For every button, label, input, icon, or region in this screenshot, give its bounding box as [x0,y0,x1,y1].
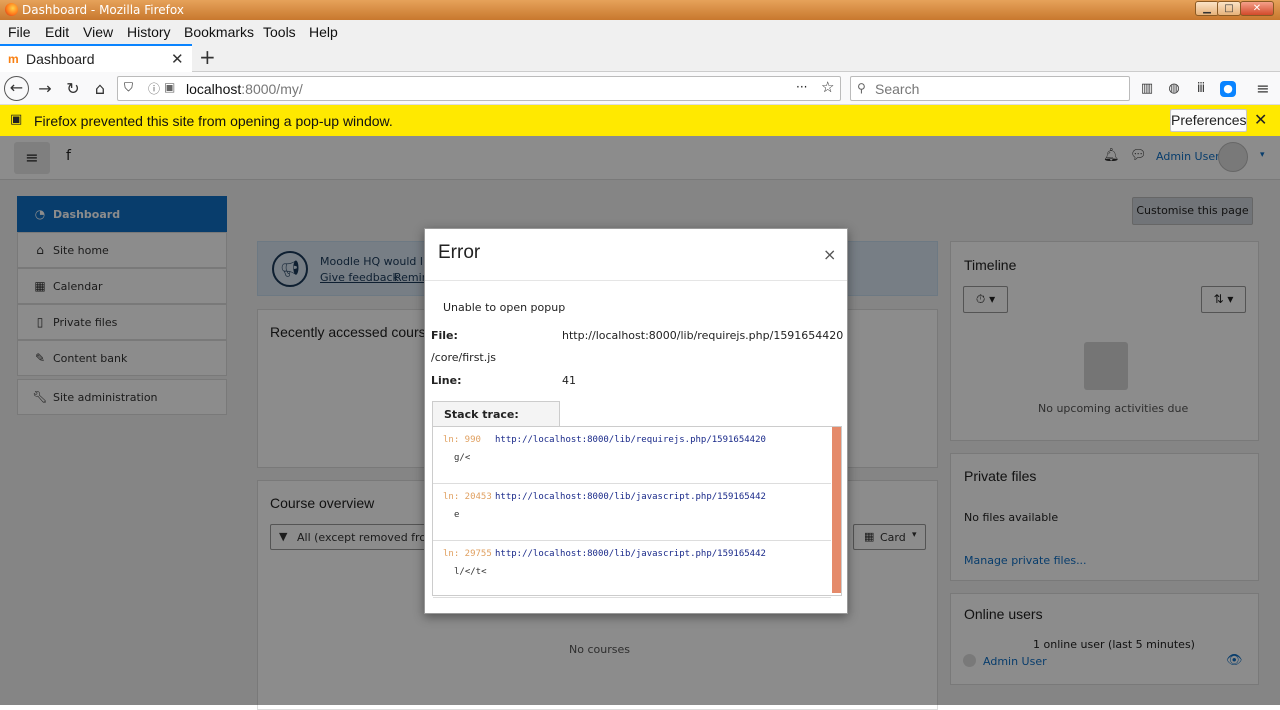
search-input[interactable]: ⚲ Search [850,76,1130,101]
notification-message: Firefox prevented this site from opening… [34,113,393,129]
stack-row: ln: 29755 http://localhost:8000/lib/java… [433,541,831,598]
minimize-button[interactable]: ▁ [1195,1,1219,16]
account-icon[interactable]: ● [1220,81,1236,97]
shield-icon[interactable]: ⛉ [124,80,133,95]
stack-line-number: ln: 29755 [443,549,492,559]
reload-icon[interactable]: ↻ [62,78,84,100]
stack-trace-tab-label: Stack trace: [444,408,519,421]
stack-function: e [454,510,460,520]
window-title: Dashboard - Mozilla Firefox [22,3,184,17]
error-modal: Error × Unable to open popup File: http:… [424,228,848,614]
stack-scrollbar[interactable] [832,427,841,593]
maximize-button[interactable]: □ [1217,1,1241,16]
moodle-favicon-icon: m [8,52,19,66]
url-text[interactable]: localhost:8000/my/ [186,81,303,97]
tab-dashboard[interactable]: m Dashboard ✕ [0,44,192,72]
stack-line-number: ln: 990 [443,435,481,445]
tab-strip: m Dashboard ✕ + [0,44,1280,72]
permissions-icon[interactable]: ▣ [164,80,175,94]
stack-trace-tab[interactable]: Stack trace: [432,401,560,427]
search-placeholder: Search [875,81,920,97]
window-titlebar: Dashboard - Mozilla Firefox ▁ □ ✕ [0,0,1280,20]
firefox-logo-icon [5,3,18,16]
close-tab-icon[interactable]: ✕ [171,50,184,68]
menu-view[interactable]: View [83,24,113,40]
modal-header: Error × [425,229,847,281]
bookmark-star-icon[interactable]: ☆ [821,78,834,96]
line-value: 41 [562,374,576,387]
stack-url: http://localhost:8000/lib/requirejs.php/… [495,435,766,445]
menu-tools[interactable]: Tools [263,24,296,40]
url-bar[interactable]: ⛉ ⓘ ▣ localhost:8000/my/ ··· ☆ [117,76,841,101]
navigation-toolbar: ← → ↻ ⌂ ⛉ ⓘ ▣ localhost:8000/my/ ··· ☆ ⚲… [0,72,1280,105]
stack-row: ln: 990 http://localhost:8000/lib/requir… [433,427,831,484]
preferences-button[interactable]: Preferences [1170,109,1247,132]
menu-file[interactable]: File [8,24,31,40]
file-value: http://localhost:8000/lib/requirejs.php/… [562,329,844,342]
globe-icon[interactable]: ◍ [1163,78,1185,100]
hamburger-menu-icon[interactable]: ≡ [1252,78,1274,100]
stack-url: http://localhost:8000/lib/javascript.php… [495,492,766,502]
close-icon[interactable]: × [823,245,836,264]
file-label: File: [431,329,458,342]
popup-blocked-notification: ▣ Firefox prevented this site from openi… [0,105,1280,136]
new-tab-icon[interactable]: + [199,45,216,69]
line-label: Line: [431,374,462,387]
forward-icon[interactable]: → [34,78,56,100]
stack-function: g/< [454,453,471,463]
menu-history[interactable]: History [127,24,171,40]
modal-title: Error [438,242,481,263]
file-value-continued: /core/first.js [431,351,497,364]
stack-row: ln: 20453 http://localhost:8000/lib/java… [433,484,831,541]
search-icon: ⚲ [857,81,866,95]
menu-bookmarks[interactable]: Bookmarks [184,24,254,40]
popup-blocked-icon: ▣ [10,112,23,127]
error-message: Unable to open popup [443,301,566,314]
info-icon[interactable]: ⓘ [148,80,160,97]
stack-function: l/</t< [454,567,487,577]
home-icon[interactable]: ⌂ [89,78,111,100]
page-actions-icon[interactable]: ··· [796,80,807,94]
close-notification-icon[interactable]: ✕ [1254,110,1267,129]
menu-help[interactable]: Help [309,24,338,40]
stack-url: http://localhost:8000/lib/javascript.php… [495,549,766,559]
tab-label: Dashboard [26,51,95,67]
menu-edit[interactable]: Edit [45,24,69,40]
stack-trace-list[interactable]: ln: 990 http://localhost:8000/lib/requir… [432,426,842,598]
menubar: File Edit View History Bookmarks Tools H… [0,20,1280,44]
stack-line-number: ln: 20453 [443,492,492,502]
library-icon[interactable]: ⅲ [1190,78,1212,100]
sidebar-icon[interactable]: ▥ [1136,78,1158,100]
back-icon[interactable]: ← [4,76,29,101]
close-window-button[interactable]: ✕ [1240,1,1274,16]
